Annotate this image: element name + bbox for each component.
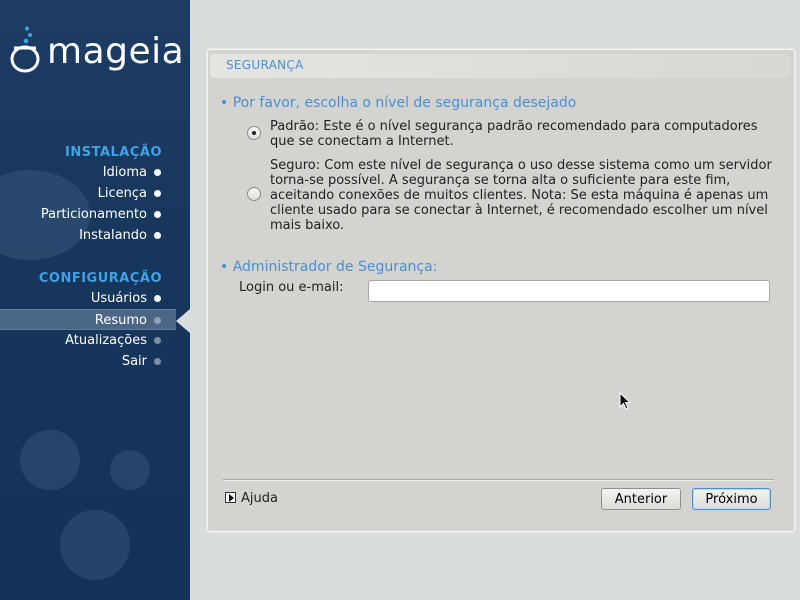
status-dot-icon [154, 317, 161, 324]
sidebar-item-resumo: Resumo [0, 309, 176, 330]
sidebar-item-label: Atualizações [65, 333, 147, 348]
background-flower-decoration [110, 450, 150, 490]
sidebar: mageia INSTALAÇÃO Idioma Licença Partici… [0, 0, 190, 600]
radio-button-secure[interactable] [247, 187, 261, 201]
next-button[interactable]: Próximo [692, 488, 771, 510]
help-expander[interactable]: Ajuda [225, 491, 278, 507]
sidebar-item-usuarios: Usuários [0, 288, 190, 309]
radio-option-text: Padrão: Este é o nível segurança padrão … [270, 119, 758, 149]
radio-option-text: Seguro: Com este nível de segurança o us… [270, 158, 772, 233]
background-flower-decoration [20, 430, 80, 490]
background-flower-decoration [60, 510, 130, 580]
status-dot-icon [154, 358, 161, 365]
mouse-pointer-icon [619, 392, 631, 410]
expand-arrow-icon[interactable] [225, 492, 236, 503]
section-title-installation: INSTALAÇÃO [65, 145, 162, 160]
sidebar-item-label: Licença [97, 186, 147, 201]
sidebar-item-label: Sair [121, 354, 147, 369]
footer-divider [223, 479, 774, 481]
status-dot-icon [154, 232, 161, 239]
status-dot-icon [154, 337, 161, 344]
sidebar-item-label: Resumo [94, 313, 147, 328]
panel-title: SEGURANÇA [226, 58, 304, 72]
mageia-cauldron-icon [10, 26, 40, 73]
security-admin-heading: • Administrador de Segurança: [220, 259, 438, 275]
sidebar-item-idioma: Idioma [0, 162, 190, 183]
sidebar-item-particionamento: Particionamento [0, 204, 190, 225]
sidebar-item-atualizacoes: Atualizações [0, 330, 190, 351]
login-email-input[interactable] [368, 280, 770, 302]
security-level-heading: • Por favor, escolha o nível de seguranç… [220, 95, 577, 111]
status-dot-icon [154, 211, 161, 218]
section-title-configuration: CONFIGURAÇÃO [38, 271, 162, 286]
sidebar-item-label: Idioma [102, 165, 147, 180]
security-panel: SEGURANÇA • Por favor, escolha o nível d… [206, 48, 796, 533]
sidebar-item-label: Instalando [79, 228, 147, 243]
status-dot-icon [154, 295, 161, 302]
status-dot-icon [154, 169, 161, 176]
radio-button-standard[interactable] [247, 126, 261, 140]
sidebar-item-licenca: Licença [0, 183, 190, 204]
sidebar-item-sair: Sair [0, 351, 190, 372]
login-field-label: Login ou e-mail: [239, 280, 344, 295]
active-step-pointer-icon [176, 309, 190, 333]
sidebar-item-label: Usuários [90, 291, 147, 306]
help-label: Ajuda [241, 491, 278, 506]
sidebar-item-instalando: Instalando [0, 225, 190, 246]
sidebar-item-label: Particionamento [40, 207, 147, 222]
status-dot-icon [154, 190, 161, 197]
logo-wordmark: mageia [47, 31, 185, 72]
previous-button[interactable]: Anterior [601, 488, 681, 510]
